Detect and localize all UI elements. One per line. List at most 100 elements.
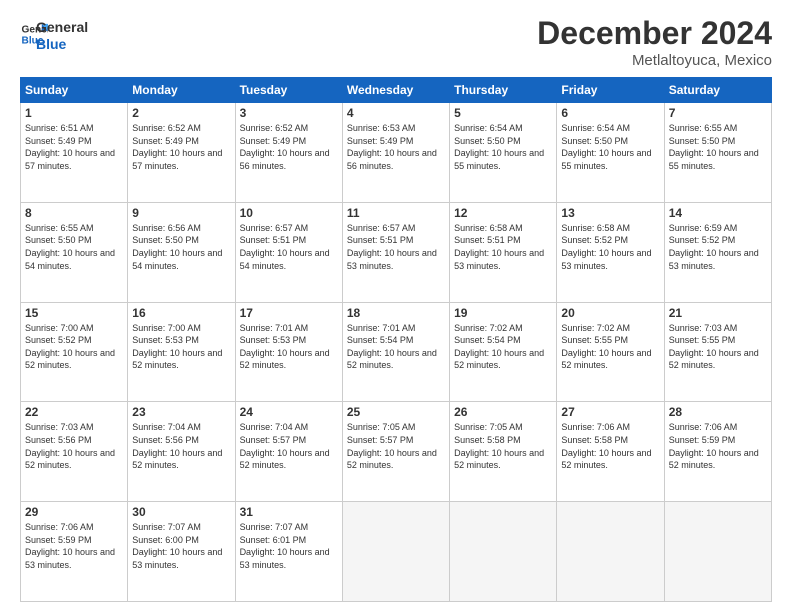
- calendar-day-cell: 20 Sunrise: 7:02 AM Sunset: 5:55 PM Dayl…: [557, 302, 664, 402]
- calendar-day-cell: 24 Sunrise: 7:04 AM Sunset: 5:57 PM Dayl…: [235, 402, 342, 502]
- calendar-day-cell: 11 Sunrise: 6:57 AM Sunset: 5:51 PM Dayl…: [342, 202, 449, 302]
- day-number: 22: [25, 405, 123, 419]
- day-info: Sunrise: 6:52 AM Sunset: 5:49 PM Dayligh…: [132, 122, 230, 172]
- calendar-day-cell: 19 Sunrise: 7:02 AM Sunset: 5:54 PM Dayl…: [450, 302, 557, 402]
- day-number: 3: [240, 106, 338, 120]
- calendar-day-cell: 6 Sunrise: 6:54 AM Sunset: 5:50 PM Dayli…: [557, 103, 664, 203]
- calendar-table: SundayMondayTuesdayWednesdayThursdayFrid…: [20, 77, 772, 602]
- calendar-day-cell: 7 Sunrise: 6:55 AM Sunset: 5:50 PM Dayli…: [664, 103, 771, 203]
- day-number: 4: [347, 106, 445, 120]
- calendar-week-row: 29 Sunrise: 7:06 AM Sunset: 5:59 PM Dayl…: [21, 502, 772, 602]
- calendar-day-cell: [664, 502, 771, 602]
- calendar-day-cell: 31 Sunrise: 7:07 AM Sunset: 6:01 PM Dayl…: [235, 502, 342, 602]
- month-title: December 2024: [537, 15, 772, 52]
- calendar-day-cell: 28 Sunrise: 7:06 AM Sunset: 5:59 PM Dayl…: [664, 402, 771, 502]
- calendar-day-cell: 13 Sunrise: 6:58 AM Sunset: 5:52 PM Dayl…: [557, 202, 664, 302]
- calendar-day-cell: 1 Sunrise: 6:51 AM Sunset: 5:49 PM Dayli…: [21, 103, 128, 203]
- calendar-week-row: 8 Sunrise: 6:55 AM Sunset: 5:50 PM Dayli…: [21, 202, 772, 302]
- calendar-day-cell: 3 Sunrise: 6:52 AM Sunset: 5:49 PM Dayli…: [235, 103, 342, 203]
- day-info: Sunrise: 7:06 AM Sunset: 5:58 PM Dayligh…: [561, 421, 659, 471]
- day-number: 20: [561, 306, 659, 320]
- day-info: Sunrise: 6:53 AM Sunset: 5:49 PM Dayligh…: [347, 122, 445, 172]
- day-info: Sunrise: 6:57 AM Sunset: 5:51 PM Dayligh…: [240, 222, 338, 272]
- day-info: Sunrise: 7:01 AM Sunset: 5:53 PM Dayligh…: [240, 322, 338, 372]
- day-number: 26: [454, 405, 552, 419]
- day-number: 24: [240, 405, 338, 419]
- day-info: Sunrise: 7:02 AM Sunset: 5:55 PM Dayligh…: [561, 322, 659, 372]
- day-number: 1: [25, 106, 123, 120]
- day-info: Sunrise: 6:59 AM Sunset: 5:52 PM Dayligh…: [669, 222, 767, 272]
- calendar-day-cell: 14 Sunrise: 6:59 AM Sunset: 5:52 PM Dayl…: [664, 202, 771, 302]
- day-info: Sunrise: 6:55 AM Sunset: 5:50 PM Dayligh…: [669, 122, 767, 172]
- day-info: Sunrise: 7:02 AM Sunset: 5:54 PM Dayligh…: [454, 322, 552, 372]
- weekday-header-saturday: Saturday: [664, 78, 771, 103]
- weekday-header-tuesday: Tuesday: [235, 78, 342, 103]
- day-info: Sunrise: 6:58 AM Sunset: 5:51 PM Dayligh…: [454, 222, 552, 272]
- calendar-day-cell: 9 Sunrise: 6:56 AM Sunset: 5:50 PM Dayli…: [128, 202, 235, 302]
- day-number: 17: [240, 306, 338, 320]
- day-info: Sunrise: 7:00 AM Sunset: 5:53 PM Dayligh…: [132, 322, 230, 372]
- day-info: Sunrise: 7:06 AM Sunset: 5:59 PM Dayligh…: [25, 521, 123, 571]
- weekday-header-sunday: Sunday: [21, 78, 128, 103]
- calendar-day-cell: 21 Sunrise: 7:03 AM Sunset: 5:55 PM Dayl…: [664, 302, 771, 402]
- calendar-week-row: 15 Sunrise: 7:00 AM Sunset: 5:52 PM Dayl…: [21, 302, 772, 402]
- calendar-day-cell: 4 Sunrise: 6:53 AM Sunset: 5:49 PM Dayli…: [342, 103, 449, 203]
- calendar-day-cell: 27 Sunrise: 7:06 AM Sunset: 5:58 PM Dayl…: [557, 402, 664, 502]
- calendar-day-cell: 12 Sunrise: 6:58 AM Sunset: 5:51 PM Dayl…: [450, 202, 557, 302]
- day-info: Sunrise: 7:03 AM Sunset: 5:56 PM Dayligh…: [25, 421, 123, 471]
- calendar-day-cell: 25 Sunrise: 7:05 AM Sunset: 5:57 PM Dayl…: [342, 402, 449, 502]
- calendar-day-cell: 22 Sunrise: 7:03 AM Sunset: 5:56 PM Dayl…: [21, 402, 128, 502]
- day-number: 10: [240, 206, 338, 220]
- page: General Blue General Blue December 2024 …: [0, 0, 792, 612]
- day-info: Sunrise: 6:56 AM Sunset: 5:50 PM Dayligh…: [132, 222, 230, 272]
- day-number: 7: [669, 106, 767, 120]
- day-info: Sunrise: 7:07 AM Sunset: 6:01 PM Dayligh…: [240, 521, 338, 571]
- calendar-day-cell: 30 Sunrise: 7:07 AM Sunset: 6:00 PM Dayl…: [128, 502, 235, 602]
- day-number: 11: [347, 206, 445, 220]
- day-info: Sunrise: 7:07 AM Sunset: 6:00 PM Dayligh…: [132, 521, 230, 571]
- calendar-day-cell: [450, 502, 557, 602]
- day-number: 9: [132, 206, 230, 220]
- day-info: Sunrise: 6:58 AM Sunset: 5:52 PM Dayligh…: [561, 222, 659, 272]
- day-number: 12: [454, 206, 552, 220]
- weekday-header-wednesday: Wednesday: [342, 78, 449, 103]
- day-number: 31: [240, 505, 338, 519]
- calendar-day-cell: [342, 502, 449, 602]
- weekday-header-thursday: Thursday: [450, 78, 557, 103]
- day-info: Sunrise: 6:54 AM Sunset: 5:50 PM Dayligh…: [561, 122, 659, 172]
- header: General Blue General Blue December 2024 …: [20, 15, 772, 69]
- day-info: Sunrise: 7:03 AM Sunset: 5:55 PM Dayligh…: [669, 322, 767, 372]
- weekday-header-friday: Friday: [557, 78, 664, 103]
- day-number: 14: [669, 206, 767, 220]
- calendar-day-cell: 26 Sunrise: 7:05 AM Sunset: 5:58 PM Dayl…: [450, 402, 557, 502]
- day-number: 8: [25, 206, 123, 220]
- day-number: 25: [347, 405, 445, 419]
- calendar-day-cell: 17 Sunrise: 7:01 AM Sunset: 5:53 PM Dayl…: [235, 302, 342, 402]
- calendar-day-cell: 23 Sunrise: 7:04 AM Sunset: 5:56 PM Dayl…: [128, 402, 235, 502]
- title-area: December 2024 Metlaltoyuca, Mexico: [537, 15, 772, 69]
- calendar-day-cell: 5 Sunrise: 6:54 AM Sunset: 5:50 PM Dayli…: [450, 103, 557, 203]
- day-info: Sunrise: 6:54 AM Sunset: 5:50 PM Dayligh…: [454, 122, 552, 172]
- day-info: Sunrise: 7:05 AM Sunset: 5:57 PM Dayligh…: [347, 421, 445, 471]
- day-info: Sunrise: 6:57 AM Sunset: 5:51 PM Dayligh…: [347, 222, 445, 272]
- day-number: 21: [669, 306, 767, 320]
- calendar-week-row: 22 Sunrise: 7:03 AM Sunset: 5:56 PM Dayl…: [21, 402, 772, 502]
- day-number: 28: [669, 405, 767, 419]
- day-number: 16: [132, 306, 230, 320]
- logo-general: General: [36, 19, 88, 36]
- day-info: Sunrise: 6:52 AM Sunset: 5:49 PM Dayligh…: [240, 122, 338, 172]
- day-info: Sunrise: 6:55 AM Sunset: 5:50 PM Dayligh…: [25, 222, 123, 272]
- day-number: 23: [132, 405, 230, 419]
- calendar-day-cell: 8 Sunrise: 6:55 AM Sunset: 5:50 PM Dayli…: [21, 202, 128, 302]
- day-number: 13: [561, 206, 659, 220]
- location: Metlaltoyuca, Mexico: [537, 52, 772, 69]
- calendar-day-cell: 29 Sunrise: 7:06 AM Sunset: 5:59 PM Dayl…: [21, 502, 128, 602]
- day-info: Sunrise: 7:04 AM Sunset: 5:57 PM Dayligh…: [240, 421, 338, 471]
- calendar-week-row: 1 Sunrise: 6:51 AM Sunset: 5:49 PM Dayli…: [21, 103, 772, 203]
- calendar-day-cell: [557, 502, 664, 602]
- day-info: Sunrise: 7:01 AM Sunset: 5:54 PM Dayligh…: [347, 322, 445, 372]
- day-number: 15: [25, 306, 123, 320]
- logo: General Blue General Blue: [20, 15, 88, 53]
- calendar-day-cell: 10 Sunrise: 6:57 AM Sunset: 5:51 PM Dayl…: [235, 202, 342, 302]
- weekday-header-monday: Monday: [128, 78, 235, 103]
